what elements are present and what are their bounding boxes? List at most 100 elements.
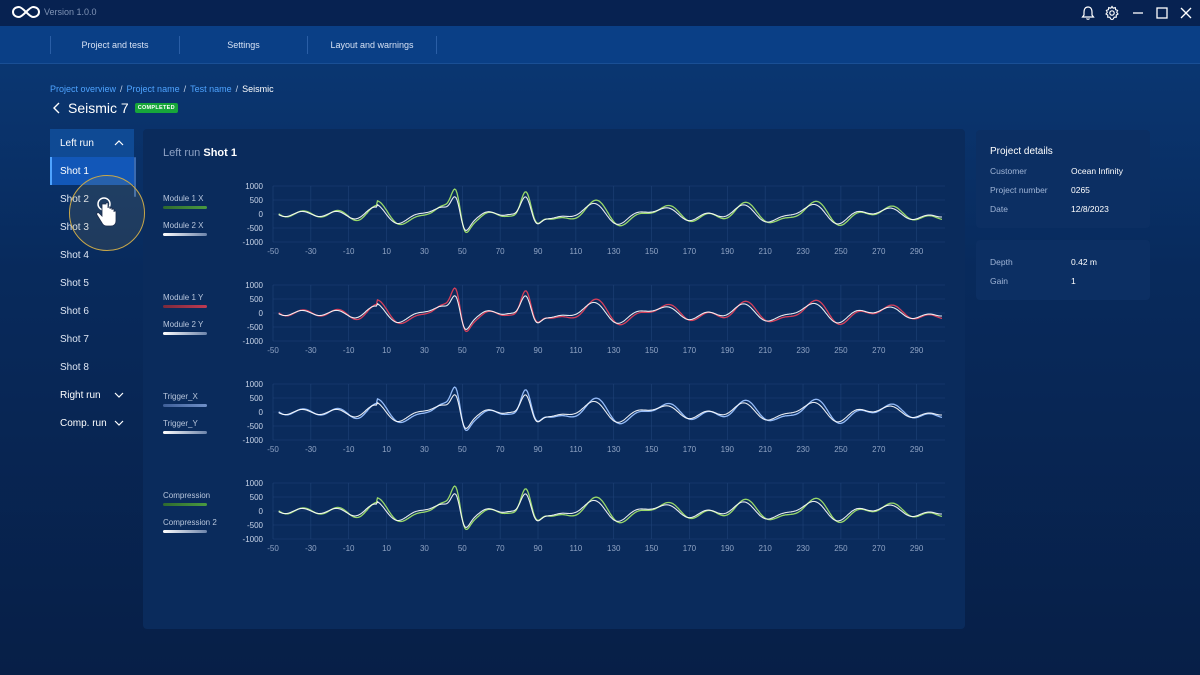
seismic-chart[interactable]: -50 -30 -10 10 30 50 70 90 110 130 150 170 190 210 230…: [233, 178, 953, 274]
x-tick-label: -50: [267, 247, 279, 256]
x-tick-label: 290: [910, 346, 924, 355]
breadcrumb-current: Seismic: [242, 84, 274, 94]
x-tick-label: 130: [607, 544, 621, 553]
x-tick-label: 10: [382, 445, 391, 454]
legend-swatch: [163, 206, 207, 209]
back-arrow-icon[interactable]: [52, 101, 62, 115]
x-tick-label: 150: [645, 544, 659, 553]
breadcrumb-project-name[interactable]: Project name: [127, 84, 180, 94]
series-line: [278, 485, 943, 531]
comp-run-label: Comp. run: [60, 417, 107, 429]
x-tick-label: 250: [834, 445, 848, 454]
legend-label: Trigger_X: [163, 392, 198, 401]
chart-module-y: Module 1 Y Module 2 Y -50 -30 -10 10 30 50 70 9…: [143, 277, 965, 373]
legend-swatch: [163, 233, 207, 236]
infinity-logo-icon: [12, 5, 40, 19]
maximize-icon[interactable]: [1154, 5, 1170, 21]
x-tick-label: 90: [534, 544, 543, 553]
x-tick-label: 210: [758, 544, 772, 553]
bell-icon[interactable]: [1080, 5, 1096, 21]
y-tick-label: -500: [247, 422, 264, 431]
legend-swatch: [163, 404, 207, 407]
x-tick-label: 190: [721, 445, 735, 454]
y-tick-label: 500: [250, 493, 264, 502]
x-tick-label: 90: [534, 445, 543, 454]
x-tick-label: 250: [834, 346, 848, 355]
tab-project-and-tests[interactable]: Project and tests: [50, 36, 179, 54]
comp-run-toggle[interactable]: Comp. run: [50, 409, 134, 437]
x-tick-label: 50: [458, 247, 467, 256]
breadcrumb-project-overview[interactable]: Project overview: [50, 84, 116, 94]
shot-item[interactable]: Shot 6: [50, 297, 134, 325]
breadcrumb-test-name[interactable]: Test name: [190, 84, 232, 94]
breadcrumb-separator: /: [120, 84, 123, 94]
tab-settings[interactable]: Settings: [179, 36, 307, 54]
legend-label: Module 1 Y: [163, 293, 204, 302]
x-tick-label: 210: [758, 346, 772, 355]
x-tick-label: 290: [910, 445, 924, 454]
x-tick-label: -10: [343, 346, 355, 355]
right-run-label: Right run: [60, 389, 101, 401]
x-tick-label: 30: [420, 247, 429, 256]
y-tick-label: 500: [250, 394, 264, 403]
series-line: [278, 188, 943, 234]
gear-icon[interactable]: [1104, 5, 1120, 21]
x-tick-label: 150: [645, 247, 659, 256]
minimize-icon[interactable]: [1130, 5, 1146, 21]
tab-layout-and-warnings[interactable]: Layout and warnings: [307, 36, 437, 54]
x-tick-label: 230: [796, 445, 810, 454]
x-tick-label: 270: [872, 544, 886, 553]
detail-key: Gain: [990, 276, 1008, 286]
top-navigation: Project and tests Settings Layout and wa…: [0, 26, 1200, 64]
detail-value: 0265: [1071, 185, 1090, 195]
seismic-chart[interactable]: -50 -30 -10 10 30 50 70 90 110 130 150 170 190 210 230…: [233, 277, 953, 373]
legend-swatch: [163, 431, 207, 434]
y-tick-label: 1000: [245, 380, 263, 389]
page-title: Seismic 7: [68, 100, 129, 116]
x-tick-label: 130: [607, 445, 621, 454]
x-tick-label: -10: [343, 544, 355, 553]
detail-value: Ocean Infinity: [1071, 166, 1123, 176]
shot-item[interactable]: Shot 8: [50, 353, 134, 381]
detail-value: 12/8/2023: [1071, 204, 1109, 214]
y-tick-label: -500: [247, 521, 264, 530]
chart-compression: Compression Compression 2 -50 -30 -10 10 30 5…: [143, 475, 965, 571]
shot-item[interactable]: Shot 7: [50, 325, 134, 353]
legend-label: Compression: [163, 491, 211, 500]
series-line: [278, 386, 943, 432]
seismic-chart[interactable]: -50 -30 -10 10 30 50 70 90 110 130 150 170 190 210 230…: [233, 376, 953, 472]
x-tick-label: -30: [305, 445, 317, 454]
detail-key: Project number: [990, 185, 1048, 195]
panel-title: Left run Shot 1: [163, 147, 237, 159]
y-tick-label: 0: [259, 210, 264, 219]
x-tick-label: 50: [458, 544, 467, 553]
project-details-title: Project details: [990, 146, 1053, 157]
detail-key: Customer: [990, 166, 1027, 176]
panel-shot-title: Shot 1: [203, 147, 237, 159]
x-tick-label: -10: [343, 445, 355, 454]
x-tick-label: 290: [910, 247, 924, 256]
y-tick-label: 1000: [245, 281, 263, 290]
y-tick-label: -1000: [243, 535, 264, 544]
shot-item[interactable]: Shot 5: [50, 269, 134, 297]
y-tick-label: -1000: [243, 436, 264, 445]
y-tick-label: 500: [250, 295, 264, 304]
x-tick-label: -50: [267, 445, 279, 454]
run-sidebar: Left run Shot 1 Shot 2 Shot 3 Shot 4 Sho…: [50, 129, 134, 437]
seismic-chart[interactable]: -50 -30 -10 10 30 50 70 90 110 130 150 170 190 210 230…: [233, 475, 953, 571]
x-tick-label: 110: [569, 445, 582, 454]
detail-key: Depth: [990, 257, 1013, 267]
x-tick-label: 130: [607, 346, 621, 355]
right-run-toggle[interactable]: Right run: [50, 381, 134, 409]
status-badge: COMPLETED: [134, 103, 178, 113]
x-tick-label: 70: [496, 544, 505, 553]
left-run-toggle[interactable]: Left run: [50, 129, 134, 157]
x-tick-label: -30: [305, 247, 317, 256]
legend-label: Module 1 X: [163, 194, 204, 203]
x-tick-label: -30: [305, 346, 317, 355]
y-tick-label: 1000: [245, 182, 263, 191]
close-icon[interactable]: [1178, 5, 1194, 21]
x-tick-label: 150: [645, 346, 659, 355]
x-tick-label: 170: [683, 247, 697, 256]
x-tick-label: 10: [382, 247, 391, 256]
